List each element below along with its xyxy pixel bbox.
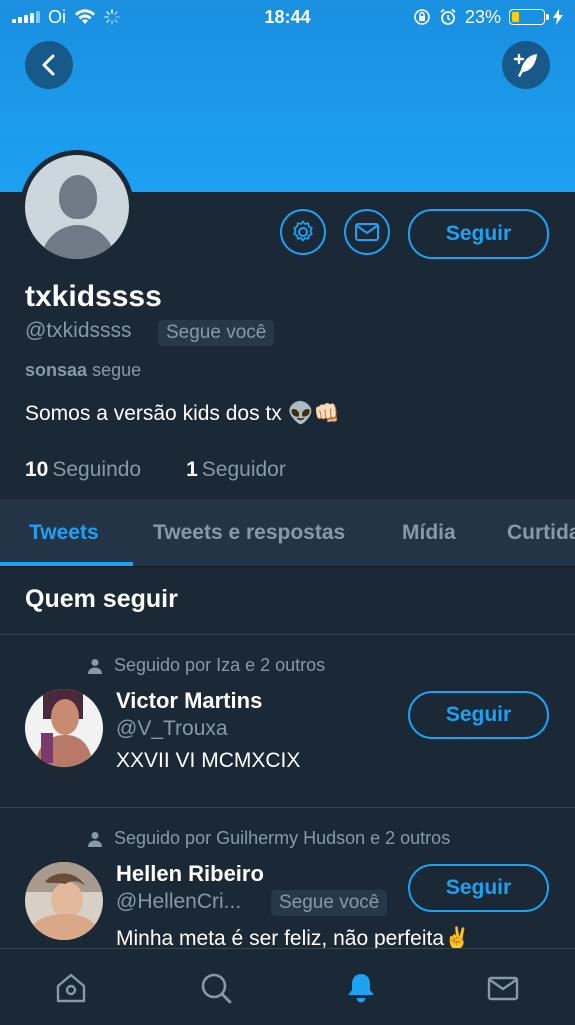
battery-percent: 23% — [464, 6, 501, 27]
suggestion-avatar[interactable] — [25, 862, 103, 940]
followed-by-suffix: segue — [92, 360, 142, 380]
back-button[interactable] — [25, 41, 73, 89]
message-button[interactable] — [344, 209, 390, 255]
profile-tabs: Tweets Tweets e respostas Mídia Curtidas — [0, 499, 575, 567]
suggestion-context-text: Seguido por Guilhermy Hudson e 2 outros — [114, 828, 451, 848]
suggestion-name[interactable]: Victor Martins — [116, 688, 262, 714]
person-icon — [88, 831, 102, 847]
suggestion-context: Seguido por Iza e 2 outros — [88, 655, 325, 676]
followed-by-context: sonsaa segue — [25, 360, 141, 381]
compose-tweet-button[interactable] — [502, 41, 550, 89]
followed-by-user[interactable]: sonsaa — [25, 360, 87, 380]
chevron-left-icon — [42, 54, 55, 76]
tab-likes[interactable]: Curtidas — [507, 521, 575, 545]
carrier-label: Oi — [48, 6, 66, 27]
followers-count: 1 — [186, 458, 198, 481]
active-tab-indicator — [0, 562, 133, 566]
user-photo-icon — [25, 862, 103, 940]
rotation-lock-icon — [414, 9, 430, 25]
following-label: Seguindo — [52, 458, 142, 481]
suggestion-context-text: Seguido por Iza e 2 outros — [114, 655, 326, 675]
compose-feather-icon — [513, 53, 537, 77]
followers-stat[interactable]: 1 Seguidor — [186, 458, 286, 482]
suggestion-bio: XXVII VI MCMXCIX — [116, 749, 301, 772]
who-to-follow-title: Quem seguir — [25, 585, 178, 613]
wifi-icon — [75, 9, 95, 24]
tab-tweets-replies[interactable]: Tweets e respostas — [153, 521, 345, 545]
status-bar: Oi 18:44 23% — [0, 0, 575, 34]
charging-icon — [553, 9, 563, 25]
suggestion-avatar[interactable] — [25, 689, 103, 767]
user-photo-icon — [25, 689, 103, 767]
suggestion-handle: @HellenCri... — [116, 890, 242, 913]
signal-icon — [12, 11, 40, 23]
suggestion-context: Seguido por Guilhermy Hudson e 2 outros — [88, 828, 450, 849]
follow-button[interactable]: Seguir — [408, 691, 549, 739]
battery-icon — [509, 9, 549, 25]
default-avatar-icon — [25, 155, 129, 259]
follow-button[interactable]: Seguir — [408, 864, 549, 912]
gear-icon — [293, 220, 313, 242]
suggestion-name[interactable]: Hellen Ribeiro — [116, 861, 264, 887]
envelope-icon — [355, 223, 379, 241]
home-icon[interactable] — [54, 971, 88, 1005]
following-stat[interactable]: 10 Seguindo — [25, 458, 141, 482]
suggestion-handle: @V_Trouxa — [116, 717, 228, 740]
alarm-icon — [440, 8, 456, 25]
settings-button[interactable] — [280, 209, 326, 255]
profile-stats: 10 Seguindo 1 Seguidor — [25, 458, 286, 482]
messages-icon[interactable] — [486, 971, 520, 1005]
following-count: 10 — [25, 458, 49, 481]
profile-bio: Somos a versão kids dos tx 👽👊🏻 — [25, 402, 340, 425]
tab-media[interactable]: Mídia — [402, 521, 456, 545]
tab-tweets[interactable]: Tweets — [29, 521, 99, 545]
person-icon — [88, 658, 102, 674]
follows-you-badge: Segue você — [158, 320, 275, 346]
profile-avatar[interactable] — [20, 150, 134, 264]
search-icon[interactable] — [199, 971, 233, 1005]
follows-you-badge: Segue você — [271, 890, 388, 916]
activity-spinner-icon — [104, 9, 120, 25]
profile-handle: @txkidssss — [25, 319, 132, 342]
divider — [0, 634, 575, 635]
divider — [0, 807, 575, 808]
followers-label: Seguidor — [201, 458, 286, 481]
notifications-icon[interactable] — [344, 971, 378, 1005]
profile-display-name: txkidssss — [25, 280, 162, 313]
bottom-navigation — [0, 948, 575, 1025]
follow-button[interactable]: Seguir — [408, 209, 549, 259]
